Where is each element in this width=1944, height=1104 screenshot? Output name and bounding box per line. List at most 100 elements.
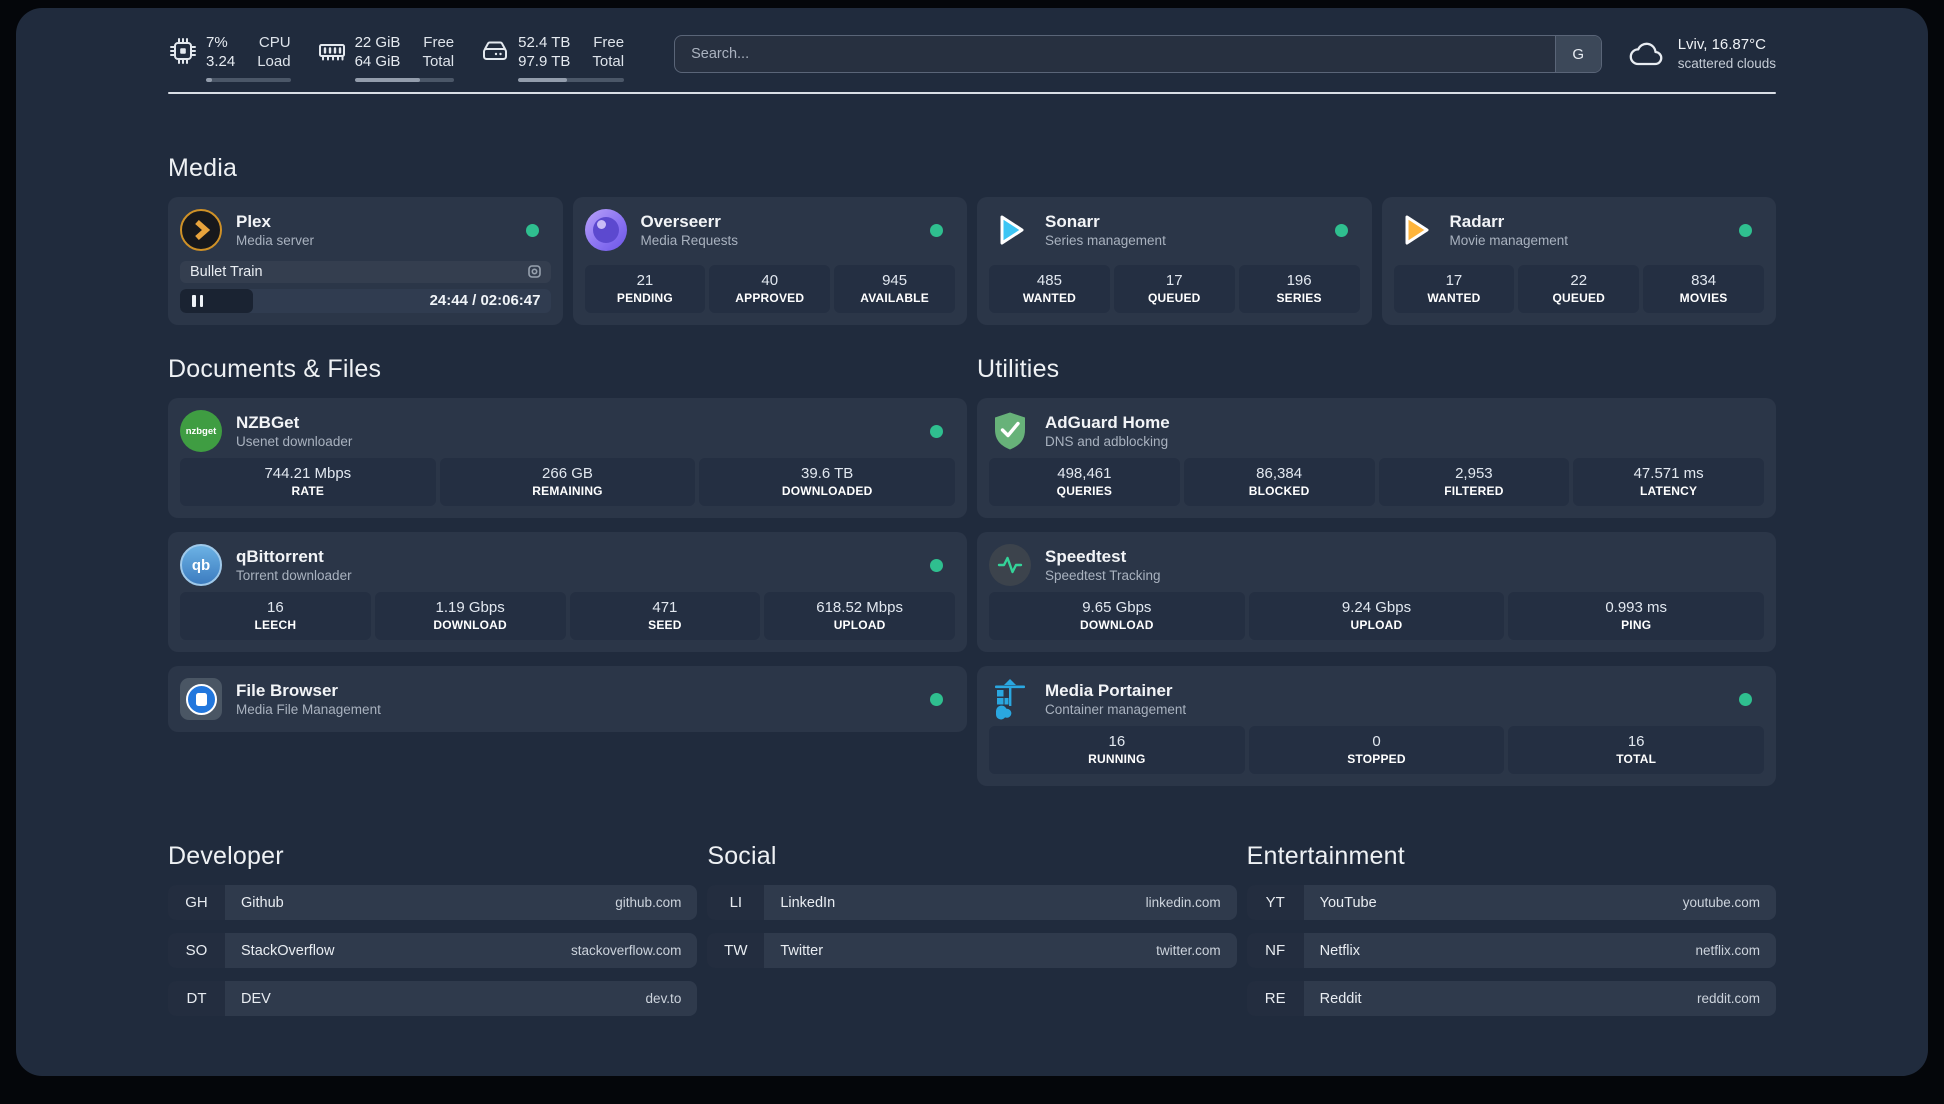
- memory-free-label: Free: [423, 33, 455, 51]
- bookmark-reddit[interactable]: RE Reddit reddit.com: [1246, 981, 1776, 1016]
- bookmark-name: Twitter: [780, 942, 824, 959]
- app-name: File Browser: [236, 680, 339, 700]
- bookmark-abbr: YT: [1246, 885, 1304, 920]
- app-name: Radarr: [1449, 211, 1505, 231]
- app-description: Torrent downloader: [236, 567, 352, 583]
- app-description: Media Requests: [640, 232, 739, 248]
- app-description: Media File Management: [236, 701, 381, 717]
- bookmark-name: Reddit: [1319, 990, 1362, 1007]
- storage-free-label: Free: [593, 33, 625, 51]
- bookmark-name: LinkedIn: [780, 894, 836, 911]
- app-name: AdGuard Home: [1045, 412, 1170, 432]
- stat-latency: 47.571 ms LATENCY: [1573, 458, 1764, 506]
- cpu-load-value: 3.24: [206, 52, 236, 70]
- bookmark-url: github.com: [615, 895, 682, 910]
- app-card-plex[interactable]: Plex Media server Bullet Train 24:44 / 0…: [168, 197, 563, 325]
- search-bar: G: [674, 35, 1602, 73]
- app-card-speedtest[interactable]: Speedtest Speedtest Tracking 9.65 Gbps D…: [977, 532, 1776, 652]
- stat-ping: 0.993 ms PING: [1508, 592, 1764, 640]
- search-engine-button[interactable]: G: [1554, 36, 1601, 72]
- app-card-portainer[interactable]: Media Portainer Container management 16 …: [977, 666, 1776, 786]
- stat-pending: 21 PENDING: [584, 265, 706, 313]
- cpu-monitor: 7% 3.24 CPU Load: [168, 33, 291, 84]
- bookmark-url: twitter.com: [1156, 943, 1221, 958]
- storage-monitor: 52.4 TB 97.9 TB Free Total: [480, 33, 625, 84]
- app-description: Container management: [1045, 701, 1187, 717]
- bookmark-url: dev.to: [645, 991, 682, 1006]
- app-card-filebrowser[interactable]: File Browser Media File Management: [168, 666, 967, 732]
- cpu-icon: [170, 37, 196, 64]
- section-title-social: Social: [707, 842, 777, 870]
- cloud-icon: [1629, 42, 1663, 66]
- app-description: DNS and adblocking: [1045, 433, 1169, 449]
- bookmark-github[interactable]: GH Github github.com: [168, 885, 698, 920]
- cpu-progress-bar: [206, 77, 291, 82]
- app-name: Sonarr: [1045, 211, 1100, 231]
- stat-leech: 16 LEECH: [180, 592, 371, 640]
- stat-movies: 834 MOVIES: [1643, 265, 1764, 313]
- bookmark-abbr: DT: [168, 981, 225, 1016]
- storage-total-value: 97.9 TB: [518, 52, 571, 70]
- pause-button[interactable]: [192, 294, 203, 307]
- stat-remaining: 266 GB REMAINING: [439, 458, 696, 506]
- header-divider: [168, 92, 1776, 94]
- stat-filtered: 2,953 FILTERED: [1378, 458, 1570, 506]
- memory-progress-bar: [354, 77, 455, 82]
- bookmark-url: linkedin.com: [1145, 895, 1221, 910]
- app-name: qBittorrent: [236, 546, 324, 566]
- bookmark-abbr: GH: [168, 885, 225, 920]
- section-title-entertainment: Entertainment: [1246, 842, 1405, 870]
- app-card-radarr[interactable]: Radarr Movie management 17 WANTED 22 QUE…: [1381, 197, 1776, 325]
- status-dot: [1334, 224, 1348, 237]
- section-title-developer: Developer: [168, 842, 284, 870]
- weather-condition: scattered clouds: [1677, 56, 1776, 71]
- stat-download: 1.19 Gbps DOWNLOAD: [374, 592, 566, 640]
- bookmark-youtube[interactable]: YT YouTube youtube.com: [1246, 885, 1776, 920]
- bookmark-name: DEV: [241, 990, 271, 1007]
- app-card-overseerr[interactable]: Overseerr Media Requests 21 PENDING 40 A…: [572, 197, 967, 325]
- status-dot: [1739, 693, 1752, 706]
- stat-wanted: 17 WANTED: [1393, 265, 1515, 313]
- stat-downloaded: 39.6 TB DOWNLOADED: [699, 458, 955, 506]
- app-description: Usenet downloader: [236, 433, 353, 449]
- memory-total-value: 64 GiB: [354, 52, 401, 70]
- app-card-qbittorrent[interactable]: qb qBittorrent Torrent downloader 16 LEE…: [168, 532, 967, 652]
- cpu-usage-value: 7%: [206, 33, 228, 51]
- playback-progress-bar: 24:44 / 02:06:47: [180, 288, 551, 313]
- memory-total-label: Total: [422, 52, 455, 70]
- storage-progress-bar: [518, 77, 625, 82]
- bookmark-url: netflix.com: [1695, 943, 1760, 958]
- memory-icon: [318, 43, 345, 60]
- storage-free-value: 52.4 TB: [518, 33, 571, 51]
- stat-running: 16 RUNNING: [989, 726, 1245, 774]
- section-entertainment: Entertainment YT YouTube youtube.com NF …: [1246, 842, 1776, 1029]
- stat-queued: 17 QUEUED: [1113, 265, 1235, 313]
- bookmark-dev[interactable]: DT DEV dev.to: [168, 981, 698, 1016]
- app-card-sonarr[interactable]: Sonarr Series management 485 WANTED 17 Q…: [977, 197, 1372, 325]
- bookmark-abbr: SO: [168, 933, 225, 968]
- stat-seed: 471 SEED: [569, 592, 761, 640]
- stat-upload: 618.52 Mbps UPLOAD: [764, 592, 955, 640]
- bookmark-netflix[interactable]: NF Netflix netflix.com: [1246, 933, 1776, 968]
- playback-time: 24:44 / 02:06:47: [429, 292, 541, 310]
- section-documents: Documents & Files nzbget NZBGet Usenet d…: [168, 355, 967, 732]
- app-card-nzbget[interactable]: nzbget NZBGet Usenet downloader 744.21 M…: [168, 398, 967, 518]
- app-card-adguard[interactable]: AdGuard Home DNS and adblocking 498,461 …: [977, 398, 1776, 518]
- memory-monitor: 22 GiB 64 GiB Free Total: [317, 33, 455, 84]
- search-input[interactable]: [675, 36, 1555, 72]
- memory-free-value: 22 GiB: [354, 33, 401, 51]
- adguard-icon: [989, 410, 1031, 452]
- section-media: Media Plex Media server Bullet Train 24:…: [168, 154, 1776, 325]
- stat-total: 16 TOTAL: [1508, 726, 1764, 774]
- bookmark-linkedin[interactable]: LI LinkedIn linkedin.com: [707, 885, 1237, 920]
- bookmark-name: Github: [241, 894, 284, 911]
- bookmark-url: reddit.com: [1696, 991, 1760, 1006]
- bookmark-abbr: TW: [707, 933, 765, 968]
- section-title-utilities: Utilities: [977, 355, 1060, 383]
- bookmark-stackoverflow[interactable]: SO StackOverflow stackoverflow.com: [168, 933, 698, 968]
- weather-widget: Lviv, 16.87°C scattered clouds: [1626, 35, 1776, 73]
- sonarr-icon: [989, 209, 1031, 251]
- bookmark-twitter[interactable]: TW Twitter twitter.com: [707, 933, 1237, 968]
- weather-location: Lviv, 16.87°C: [1677, 36, 1766, 53]
- app-name: Overseerr: [640, 211, 721, 231]
